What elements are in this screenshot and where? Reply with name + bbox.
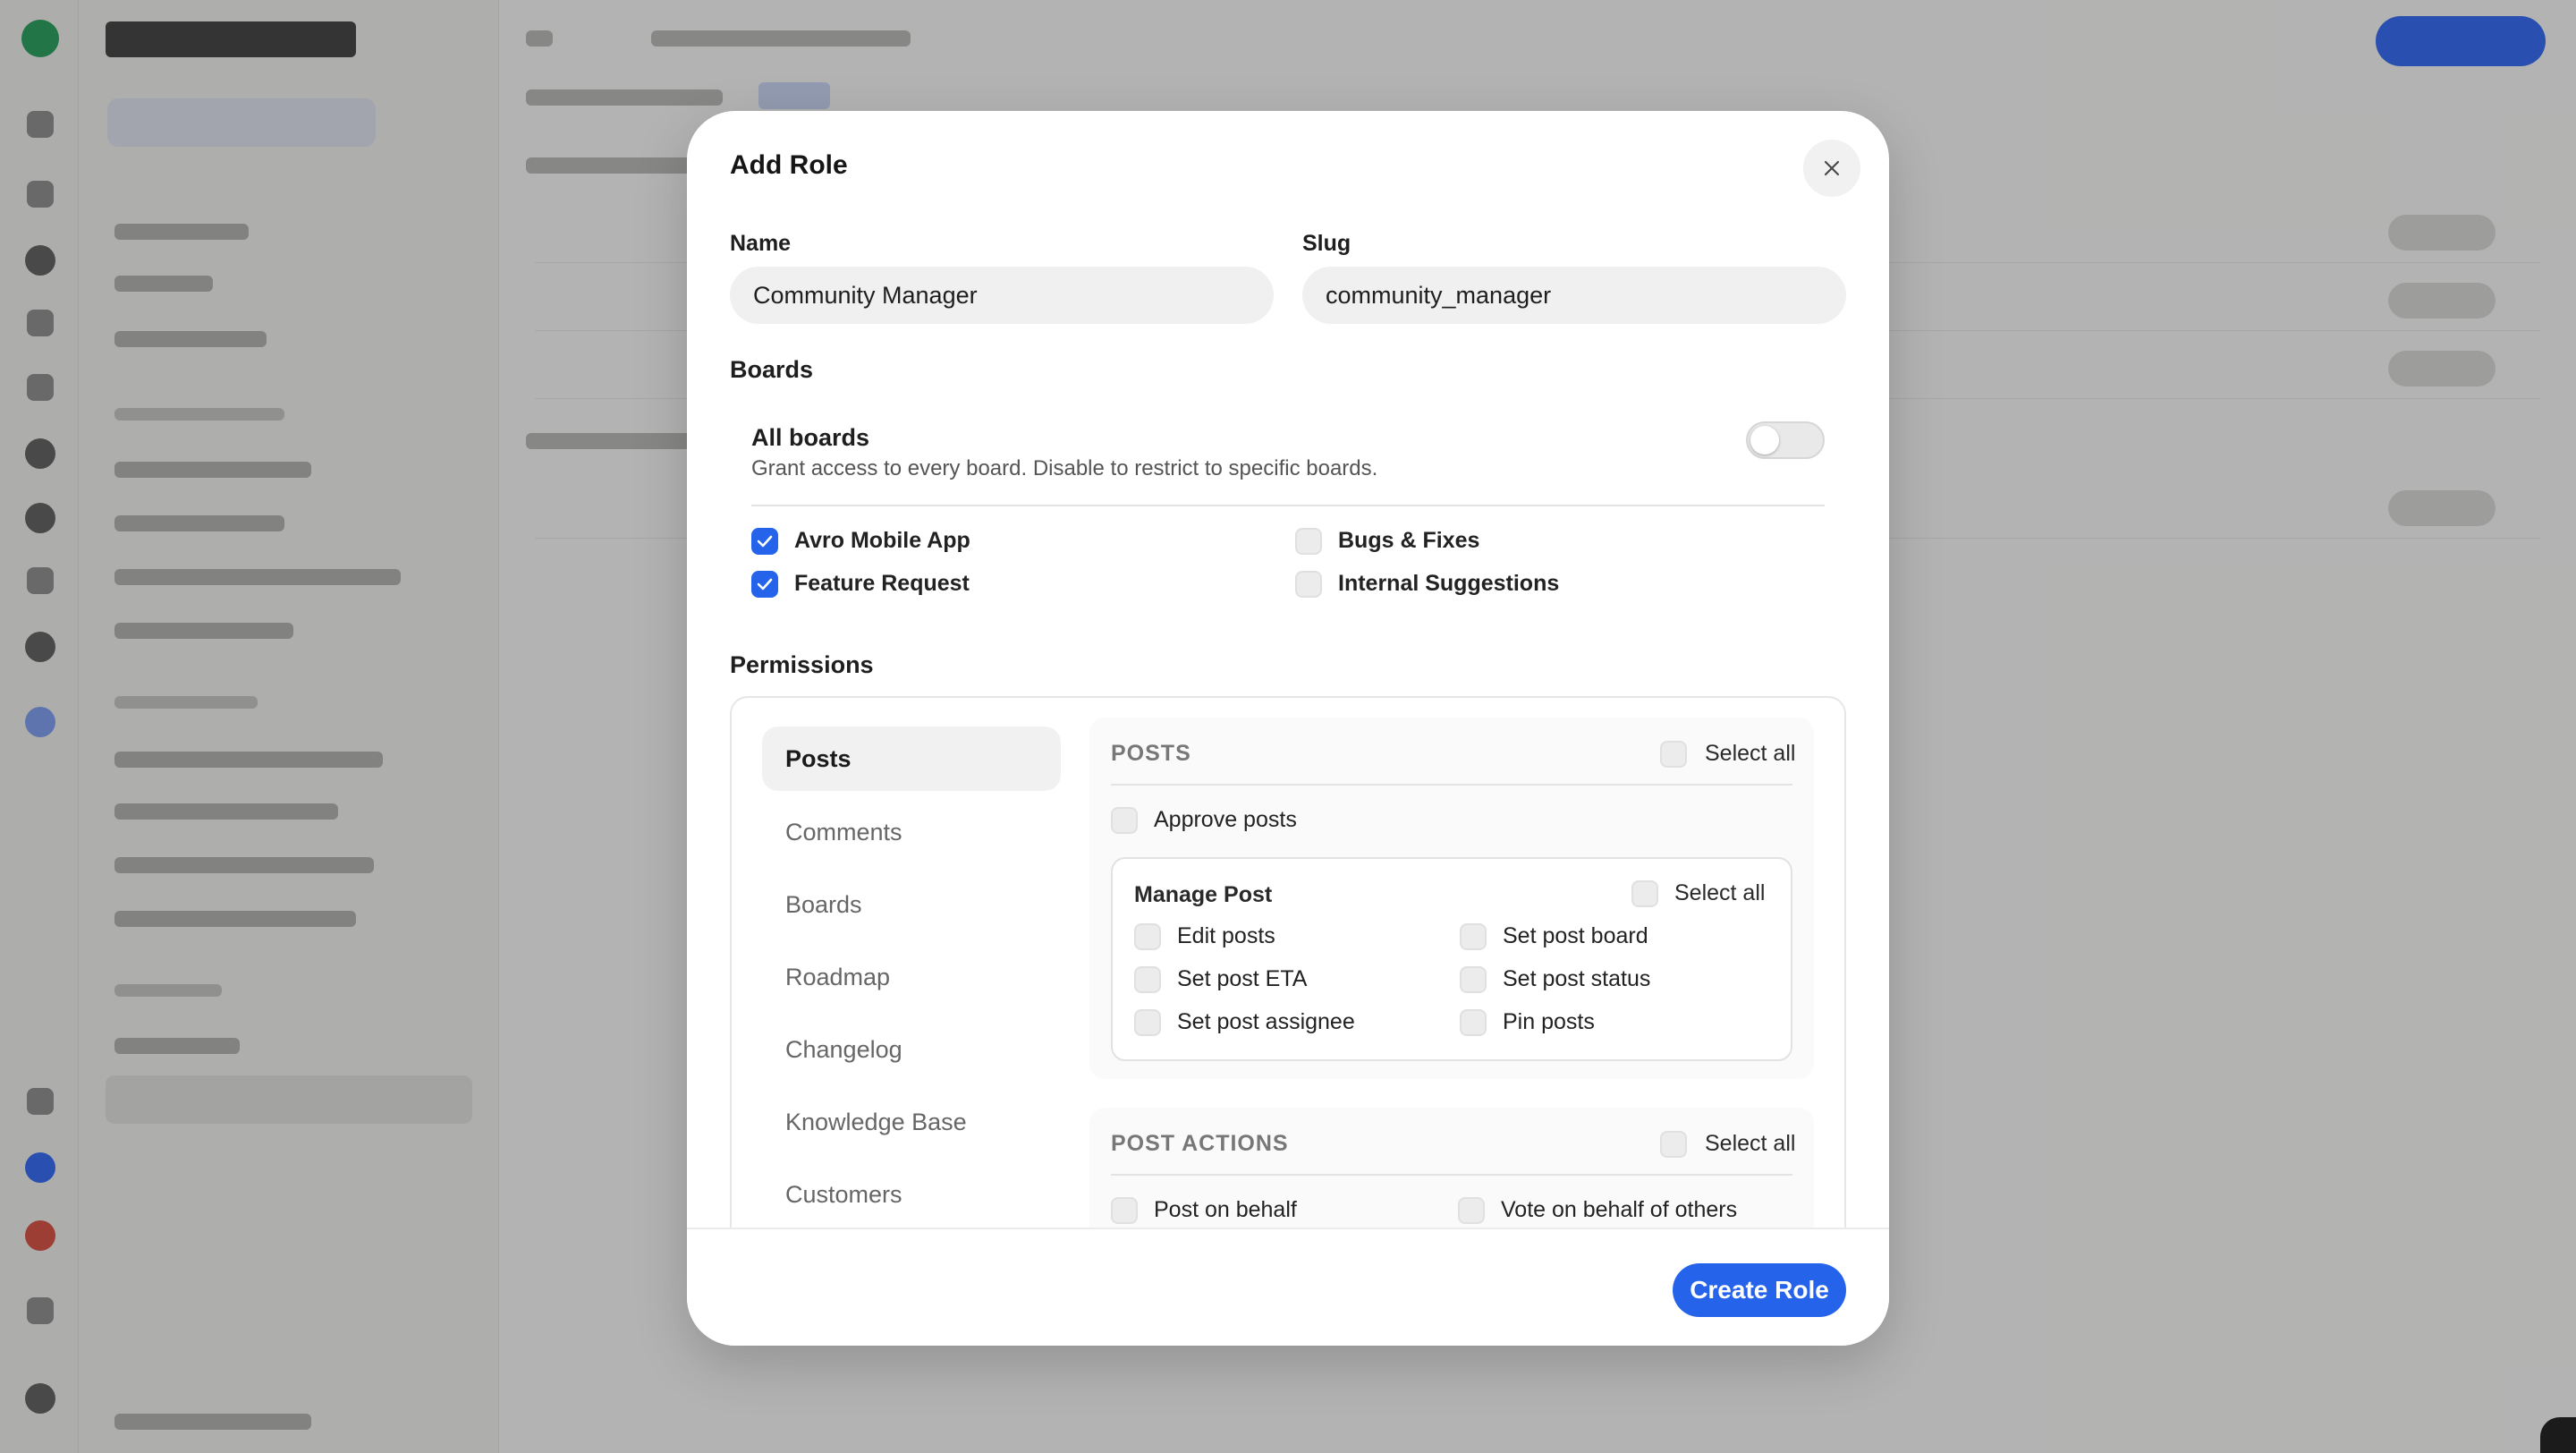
close-icon bbox=[1824, 160, 1840, 176]
board-label-internal-suggestions: Internal Suggestions bbox=[1338, 571, 1560, 596]
add-role-modal: Add Role Name Slug Boards All boards Gra… bbox=[687, 111, 1889, 1346]
set-post-eta-checkbox[interactable] bbox=[1134, 966, 1161, 993]
permissions-section-label: Permissions bbox=[730, 651, 874, 678]
set-post-status-checkbox[interactable] bbox=[1460, 966, 1487, 993]
posts-divider bbox=[1111, 784, 1792, 786]
manage-post-select-all-label: Select all bbox=[1674, 880, 1766, 905]
manage-post-title: Manage Post bbox=[1134, 882, 1273, 907]
approve-posts-checkbox[interactable] bbox=[1111, 807, 1138, 834]
post-actions-header: POST ACTIONS bbox=[1111, 1131, 1289, 1156]
boards-section-label: Boards bbox=[730, 356, 814, 383]
perm-nav-roadmap[interactable]: Roadmap bbox=[762, 945, 1061, 1009]
check-icon bbox=[757, 535, 773, 548]
set-post-assignee-checkbox[interactable] bbox=[1134, 1009, 1161, 1036]
set-post-status-label: Set post status bbox=[1503, 966, 1651, 991]
modal-footer: Create Role bbox=[687, 1228, 1889, 1346]
set-post-board-checkbox[interactable] bbox=[1460, 923, 1487, 950]
perm-nav-knowledge-base[interactable]: Knowledge Base bbox=[762, 1090, 1061, 1154]
create-role-button[interactable]: Create Role bbox=[1673, 1263, 1846, 1317]
toggle-knob bbox=[1750, 426, 1779, 455]
post-actions-select-all-label: Select all bbox=[1705, 1131, 1796, 1156]
post-on-behalf-label: Post on behalf bbox=[1154, 1197, 1297, 1222]
edit-posts-label: Edit posts bbox=[1177, 923, 1275, 948]
board-checkbox-internal-suggestions[interactable] bbox=[1295, 571, 1322, 598]
set-post-board-label: Set post board bbox=[1503, 923, 1648, 948]
board-label-avro-mobile-app: Avro Mobile App bbox=[794, 528, 970, 553]
name-input[interactable] bbox=[730, 267, 1274, 324]
approve-posts-label: Approve posts bbox=[1154, 807, 1297, 832]
pin-posts-label: Pin posts bbox=[1503, 1009, 1595, 1034]
perm-nav-posts[interactable]: Posts bbox=[762, 726, 1061, 791]
boards-divider bbox=[751, 505, 1825, 506]
slug-label: Slug bbox=[1302, 231, 1352, 256]
set-post-eta-label: Set post ETA bbox=[1177, 966, 1308, 991]
board-checkbox-avro-mobile-app[interactable] bbox=[751, 528, 778, 555]
manage-post-select-all-checkbox[interactable] bbox=[1631, 880, 1658, 907]
post-actions-select-all-checkbox[interactable] bbox=[1660, 1131, 1687, 1158]
post-on-behalf-checkbox[interactable] bbox=[1111, 1197, 1138, 1224]
edit-posts-checkbox[interactable] bbox=[1134, 923, 1161, 950]
check-icon bbox=[757, 578, 773, 591]
modal-title: Add Role bbox=[730, 150, 848, 180]
perm-nav-changelog[interactable]: Changelog bbox=[762, 1017, 1061, 1082]
perm-nav-boards[interactable]: Boards bbox=[762, 872, 1061, 937]
slug-input[interactable] bbox=[1302, 267, 1846, 324]
board-checkbox-feature-request[interactable] bbox=[751, 571, 778, 598]
posts-header: POSTS bbox=[1111, 741, 1191, 766]
corner-widget bbox=[2540, 1417, 2576, 1453]
pin-posts-checkbox[interactable] bbox=[1460, 1009, 1487, 1036]
all-boards-toggle[interactable] bbox=[1746, 421, 1825, 459]
board-label-feature-request: Feature Request bbox=[794, 571, 970, 596]
post-actions-divider bbox=[1111, 1174, 1792, 1176]
set-post-assignee-label: Set post assignee bbox=[1177, 1009, 1355, 1034]
vote-on-behalf-checkbox[interactable] bbox=[1458, 1197, 1485, 1224]
perm-nav-comments[interactable]: Comments bbox=[762, 800, 1061, 864]
posts-permission-card: POSTS Select all Approve posts Manage Po… bbox=[1089, 718, 1814, 1079]
perm-nav-customers[interactable]: Customers bbox=[762, 1162, 1061, 1227]
all-boards-description: Grant access to every board. Disable to … bbox=[751, 456, 1378, 480]
posts-select-all-label: Select all bbox=[1705, 741, 1796, 766]
all-boards-title: All boards bbox=[751, 424, 870, 451]
board-checkbox-bugs-fixes[interactable] bbox=[1295, 528, 1322, 555]
name-label: Name bbox=[730, 231, 792, 256]
posts-select-all-checkbox[interactable] bbox=[1660, 741, 1687, 768]
manage-post-group: Manage Post Select all Edit posts Set po… bbox=[1111, 857, 1792, 1061]
close-button[interactable] bbox=[1803, 140, 1860, 197]
board-label-bugs-fixes: Bugs & Fixes bbox=[1338, 528, 1480, 553]
vote-on-behalf-label: Vote on behalf of others bbox=[1501, 1197, 1738, 1222]
